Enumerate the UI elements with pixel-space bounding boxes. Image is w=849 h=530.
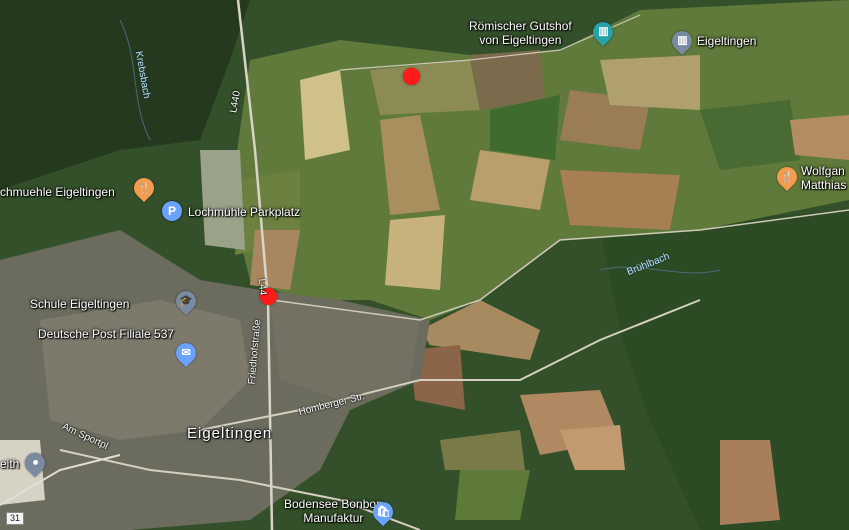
label-wolfgang-matthias[interactable]: Wolfgan Matthias (801, 164, 846, 192)
label-eigeltingen-landmark[interactable]: Eigeltingen (697, 34, 756, 48)
satellite-map[interactable]: Römischer Gutshof von Eigeltingen ▥ ▥ Ei… (0, 0, 849, 530)
label-lochmuehle-parkplatz[interactable]: Lochmühle Parkplatz (188, 205, 300, 219)
road-label-l44: L44 (255, 278, 269, 296)
label-bodensee-bonbon[interactable]: Bodensee Bonbon Manufaktur (284, 497, 383, 525)
label-leith[interactable]: eith (0, 457, 19, 471)
label-deutsche-post[interactable]: Deutsche Post Filiale 537 (38, 327, 174, 341)
red-dot-marker[interactable] (403, 68, 420, 85)
road-shield-31: 31 (6, 512, 25, 525)
parking-icon[interactable]: P (162, 201, 182, 221)
satellite-imagery (0, 0, 849, 530)
label-schule[interactable]: Schule Eigeltingen (30, 297, 129, 311)
label-town-eigeltingen[interactable]: Eigeltingen (187, 426, 272, 441)
label-lochmuehle[interactable]: chmuehle Eigeltingen (0, 185, 115, 199)
label-roemischer-gutshof[interactable]: Römischer Gutshof von Eigeltingen (469, 19, 572, 47)
